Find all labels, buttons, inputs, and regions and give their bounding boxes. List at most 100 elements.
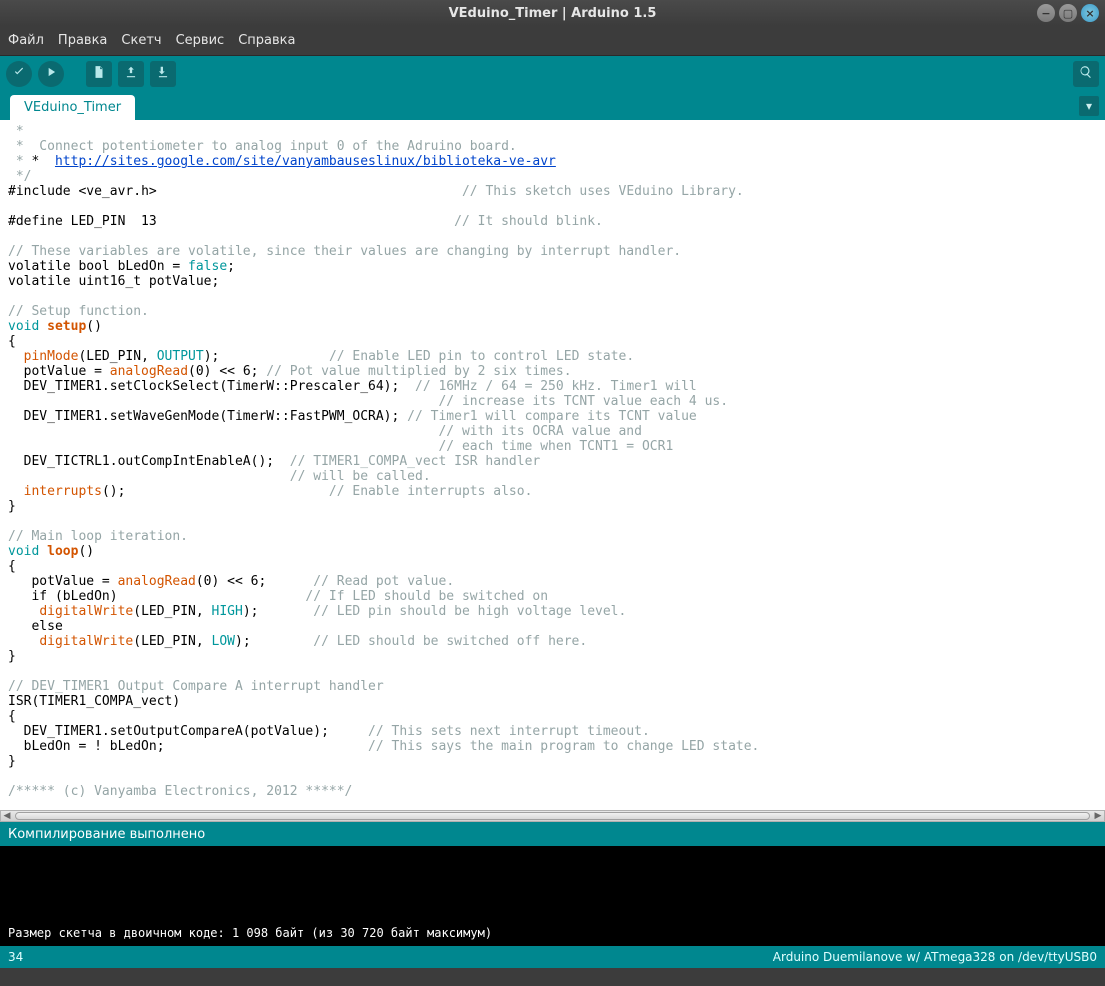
code-comment: // Enable LED pin to control LED state. [329,349,634,364]
save-sketch-button[interactable] [150,61,176,87]
code-comment: // Setup function. [8,304,149,319]
magnifier-icon [1079,65,1093,83]
menu-sketch[interactable]: Скетч [121,33,161,48]
scroll-left-icon[interactable]: ◀ [1,811,13,821]
file-new-icon [92,65,106,83]
code-comment: // This sketch uses VEduino Library. [462,184,744,199]
code-comment: // 16MHz / 64 = 250 kHz. Timer1 will [399,379,696,394]
code-comment: // Timer1 will compare its TCNT value [399,409,696,424]
doc-link[interactable]: http://sites.google.com/site/vanyambause… [55,154,556,169]
code-keyword: false [188,259,227,274]
code-comment: * [8,124,24,139]
check-icon [12,65,26,83]
output-console[interactable]: Размер скетча в двоичном коде: 1 098 бай… [0,846,1105,946]
menu-help[interactable]: Справка [238,33,295,48]
upload-icon [124,65,138,83]
code-text: DEV_TIMER1.setOutputCompareA(potValue); [8,724,329,739]
toolbar [0,56,1105,92]
code-text: #define LED_PIN 13 [8,214,157,229]
open-sketch-button[interactable] [118,61,144,87]
code-comment: * [8,154,24,169]
code-function: interrupts [24,484,102,499]
download-icon [156,65,170,83]
code-comment: // If LED should be switched on [118,589,548,604]
code-function: pinMode [24,349,79,364]
code-comment: // TIMER1_COMPA_vect ISR handler [274,454,540,469]
window-titlebar: VEduino_Timer | Arduino 1.5 − ▢ × [0,0,1105,26]
menu-edit[interactable]: Правка [58,33,107,48]
compile-status-bar: Компилирование выполнено [0,822,1105,846]
code-comment: // LED should be switched off here. [251,634,588,649]
code-function: setup [47,319,86,334]
code-comment: */ [8,169,31,184]
code-comment: // will be called. [8,469,431,484]
window-maximize-button[interactable]: ▢ [1059,4,1077,22]
code-comment: // These variables are volatile, since t… [8,244,681,259]
code-comment: // Enable interrupts also. [329,484,533,499]
code-text: LED_PIN [86,349,141,364]
code-comment: // This says the main program to change … [165,739,760,754]
upload-button[interactable] [38,61,64,87]
code-text: DEV_TIMER1.setClockSelect(TimerW::Presca… [8,379,399,394]
code-comment: // Read pot value. [266,574,454,589]
code-text: volatile bool bLedOn = [8,259,188,274]
code-text: volatile uint16_t potValue; [8,274,219,289]
code-text: DEV_TIMER1.setWaveGenMode(TimerW::FastPW… [8,409,399,424]
tab-menu-button[interactable]: ▾ [1079,96,1099,116]
editor-area: * * Connect potentiometer to analog inpu… [0,120,1105,822]
code-comment: /***** (c) Vanyamba Electronics, 2012 **… [8,784,352,799]
chevron-down-icon: ▾ [1086,99,1092,113]
code-const: LOW [212,634,235,649]
code-comment: // increase its TCNT value each 4 us. [8,394,728,409]
compile-status-text: Компилирование выполнено [8,827,205,842]
scrollbar-thumb[interactable] [15,812,1090,820]
code-text: if (bLedOn) [8,589,118,604]
code-text: <ve_avr.h> [78,184,156,199]
code-function: loop [47,544,78,559]
code-keyword: void [8,319,39,334]
line-number-indicator: 34 [8,950,23,964]
code-function: digitalWrite [39,634,133,649]
code-comment: // LED pin should be high voltage level. [258,604,626,619]
code-text: potValue = [8,364,110,379]
console-line: Размер скетча в двоичном коде: 1 098 бай… [8,926,492,940]
code-text: bLedOn = ! bLedOn; [8,739,165,754]
window-title: VEduino_Timer | Arduino 1.5 [449,6,657,21]
code-const: OUTPUT [157,349,204,364]
code-comment: // Pot value multiplied by 2 six times. [258,364,571,379]
menu-file[interactable]: Файл [8,33,44,48]
code-comment: // each time when TCNT1 = OCR1 [8,439,673,454]
code-comment: // DEV_TIMER1 Output Compare A interrupt… [8,679,384,694]
board-port-indicator: Arduino Duemilanove w/ ATmega328 on /dev… [773,950,1097,964]
code-text: LED_PIN [141,604,196,619]
editor-scrollbar-horizontal[interactable]: ◀ ▶ [0,810,1105,822]
code-comment: // Main loop iteration. [8,529,188,544]
code-comment: // with its OCRA value and [8,424,642,439]
code-text: else [8,619,63,634]
code-comment: * Connect potentiometer to analog input … [8,139,517,154]
code-function: digitalWrite [39,604,133,619]
footer-bar: 34 Arduino Duemilanove w/ ATmega328 on /… [0,946,1105,968]
code-text: potValue = [8,574,118,589]
code-comment: // It should blink. [454,214,603,229]
code-function: analogRead [110,364,188,379]
code-editor[interactable]: * * Connect potentiometer to analog inpu… [0,120,1105,810]
arrow-right-icon [44,65,58,83]
code-text: (0) << 6; [196,574,266,589]
window-minimize-button[interactable]: − [1037,4,1055,22]
menu-bar: Файл Правка Скетч Сервис Справка [0,26,1105,56]
window-close-button[interactable]: × [1081,4,1099,22]
code-text: #include [8,184,78,199]
code-text: (0) << 6; [188,364,258,379]
code-comment: // This sets next interrupt timeout. [329,724,650,739]
code-const: HIGH [212,604,243,619]
menu-service[interactable]: Сервис [176,33,225,48]
scroll-right-icon[interactable]: ▶ [1092,811,1104,821]
code-text: LED_PIN [141,634,196,649]
tab-active[interactable]: VEduino_Timer [10,95,135,120]
code-function: analogRead [118,574,196,589]
verify-button[interactable] [6,61,32,87]
new-sketch-button[interactable] [86,61,112,87]
serial-monitor-button[interactable] [1073,61,1099,87]
tab-bar: VEduino_Timer ▾ [0,92,1105,120]
